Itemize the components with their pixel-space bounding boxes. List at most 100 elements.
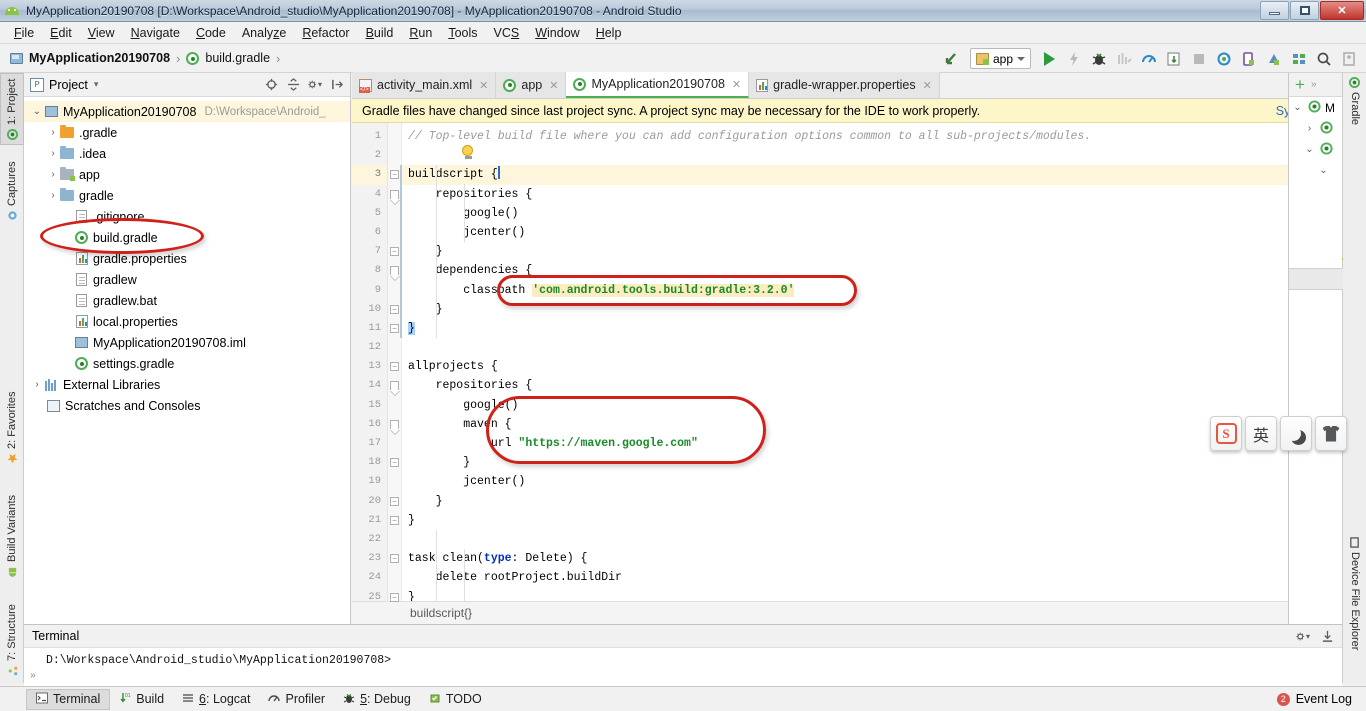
tree-row-project-root[interactable]: ⌄ MyApplication20190708 D:\Workspace\And… [24, 101, 350, 122]
close-icon[interactable]: ✕ [923, 79, 932, 92]
sidebar-item-favorites[interactable]: 2: Favorites [0, 378, 24, 468]
tab-app[interactable]: app ✕ [496, 72, 566, 98]
code-editor[interactable]: 1 2 3 4 5 6 7 8 9 10 11 12 13 14 15 16 1… [352, 123, 1342, 601]
tab-gradle-wrapper-properties[interactable]: gradle-wrapper.properties ✕ [749, 72, 940, 98]
sidebar-item-project[interactable]: 1: Project [0, 73, 24, 145]
skin-shirt-icon[interactable] [1315, 416, 1347, 451]
chevron-right-icon[interactable]: › [46, 169, 60, 180]
chevron-right-icon[interactable]: › [46, 190, 60, 201]
intention-bulb-icon[interactable] [462, 145, 475, 160]
sync-project-icon[interactable] [1213, 48, 1235, 70]
tab-activity-main-xml[interactable]: activity_main.xml ✕ [352, 72, 496, 98]
terminal-expand-icon[interactable]: » [30, 671, 36, 682]
sidebar-item-gradle[interactable]: Gradle [1343, 73, 1366, 143]
tree-row-gradle-dir[interactable]: › .gradle [24, 122, 350, 143]
menu-build[interactable]: Build [358, 24, 402, 42]
sogou-logo-icon[interactable]: S [1210, 416, 1242, 451]
chevron-right-icon[interactable]: › [46, 127, 60, 138]
tree-row-iml[interactable]: MyApplication20190708.iml [24, 332, 350, 353]
run-icon[interactable] [1038, 48, 1060, 70]
apply-changes-icon[interactable] [1063, 48, 1085, 70]
fold-marker-icon[interactable] [390, 381, 399, 390]
avd-manager-icon[interactable] [1238, 48, 1260, 70]
menu-code[interactable]: Code [188, 24, 234, 42]
close-button[interactable]: ✕ [1320, 1, 1364, 20]
minimize-button[interactable] [1260, 1, 1289, 20]
stop-icon[interactable] [1188, 48, 1210, 70]
search-icon[interactable] [1313, 48, 1335, 70]
fold-marker-icon[interactable] [390, 266, 399, 275]
chevron-down-icon[interactable]: ⌄ [1317, 165, 1330, 176]
fold-marker-icon[interactable] [390, 190, 399, 199]
maximize-button[interactable] [1290, 1, 1319, 20]
menu-refactor[interactable]: Refactor [294, 24, 357, 42]
english-mode-icon[interactable]: 英 [1245, 416, 1277, 451]
fold-marker-icon[interactable]: − [390, 458, 399, 467]
tree-row-gradle-folder[interactable]: › gradle [24, 185, 350, 206]
tree-row-build-gradle[interactable]: build.gradle [24, 227, 350, 248]
status-button-todo[interactable]: TODO [420, 689, 491, 710]
fold-marker-icon[interactable]: − [390, 324, 399, 333]
tree-row-gitignore[interactable]: .gitignore [24, 206, 350, 227]
fold-marker-icon[interactable]: − [390, 593, 399, 602]
collapse-all-icon[interactable] [286, 78, 300, 92]
code-folding-gutter[interactable]: − − − − − − − − − [388, 123, 402, 601]
tab-myapplication20190708[interactable]: MyApplication20190708 ✕ [566, 72, 749, 98]
fold-marker-icon[interactable]: − [390, 170, 399, 179]
menu-run[interactable]: Run [401, 24, 440, 42]
tree-row-gradle-properties[interactable]: gradle.properties [24, 248, 350, 269]
fold-marker-icon[interactable]: − [390, 247, 399, 256]
run-with-coverage-icon[interactable] [1113, 48, 1135, 70]
debug-icon[interactable] [1088, 48, 1110, 70]
sidebar-item-device-file-explorer[interactable]: Device File Explorer [1343, 533, 1366, 673]
settings-icon[interactable]: ▾ [308, 78, 322, 92]
close-icon[interactable]: ✕ [732, 78, 741, 91]
status-button-debug[interactable]: 5: Debug [334, 689, 420, 710]
menu-navigate[interactable]: Navigate [123, 24, 188, 42]
fold-marker-icon[interactable]: − [390, 554, 399, 563]
chevron-right-icon[interactable]: › [1303, 123, 1316, 134]
menu-edit[interactable]: Edit [42, 24, 80, 42]
gradle-row-child-2[interactable]: ⌄ [1289, 139, 1342, 160]
tree-row-app[interactable]: › app [24, 164, 350, 185]
fold-marker-icon[interactable]: − [390, 516, 399, 525]
chevron-down-icon[interactable]: ⌄ [1291, 102, 1304, 113]
tree-row-idea[interactable]: › .idea [24, 143, 350, 164]
tree-row-gradlew-bat[interactable]: gradlew.bat [24, 290, 350, 311]
hide-icon[interactable] [330, 78, 344, 92]
fold-marker-icon[interactable] [390, 420, 399, 429]
tree-row-settings-gradle[interactable]: settings.gradle [24, 353, 350, 374]
event-log-label[interactable]: Event Log [1296, 692, 1352, 706]
terminal-body[interactable]: » D:\Workspace\Android_studio\MyApplicat… [24, 648, 1342, 686]
gradle-row-child-1[interactable]: › [1289, 118, 1342, 139]
collapse-target-icon[interactable] [264, 78, 278, 92]
code-text-area[interactable]: // Top-level build file where you can ad… [402, 123, 1328, 601]
settings-icon[interactable]: ▾ [1296, 629, 1310, 643]
sidebar-item-captures[interactable]: Captures [0, 149, 24, 225]
tree-row-scratches[interactable]: Scratches and Consoles [24, 395, 350, 416]
run-anything-icon[interactable] [1163, 48, 1185, 70]
gradle-row-root[interactable]: ⌄ M [1289, 97, 1342, 118]
breadcrumb-project[interactable]: MyApplication20190708 [29, 51, 170, 65]
menu-analyze[interactable]: Analyze [234, 24, 294, 42]
chevron-down-icon[interactable]: ⌄ [30, 106, 44, 117]
chevron-down-icon[interactable]: ▾ [94, 79, 99, 90]
sidebar-item-structure[interactable]: 7: Structure [0, 588, 24, 680]
undo-arrow-icon[interactable] [941, 48, 963, 70]
run-configuration-selector[interactable]: app [970, 48, 1031, 69]
layout-inspector-icon[interactable] [1338, 48, 1360, 70]
project-structure-icon[interactable] [1288, 48, 1310, 70]
menu-tools[interactable]: Tools [440, 24, 485, 42]
close-icon[interactable]: ✕ [549, 79, 558, 92]
tree-row-local-properties[interactable]: local.properties [24, 311, 350, 332]
tree-row-external-libraries[interactable]: › External Libraries [24, 374, 350, 395]
chevron-right-icon[interactable]: › [30, 379, 44, 390]
menu-vcs[interactable]: VCS [486, 24, 528, 42]
fold-marker-icon[interactable]: − [390, 362, 399, 371]
close-icon[interactable]: ✕ [479, 79, 488, 92]
hide-icon[interactable] [1320, 629, 1334, 643]
breadcrumb-file[interactable]: build.gradle [205, 51, 270, 65]
status-button-profiler[interactable]: Profiler [259, 689, 334, 710]
fold-marker-icon[interactable]: − [390, 305, 399, 314]
profile-icon[interactable] [1138, 48, 1160, 70]
